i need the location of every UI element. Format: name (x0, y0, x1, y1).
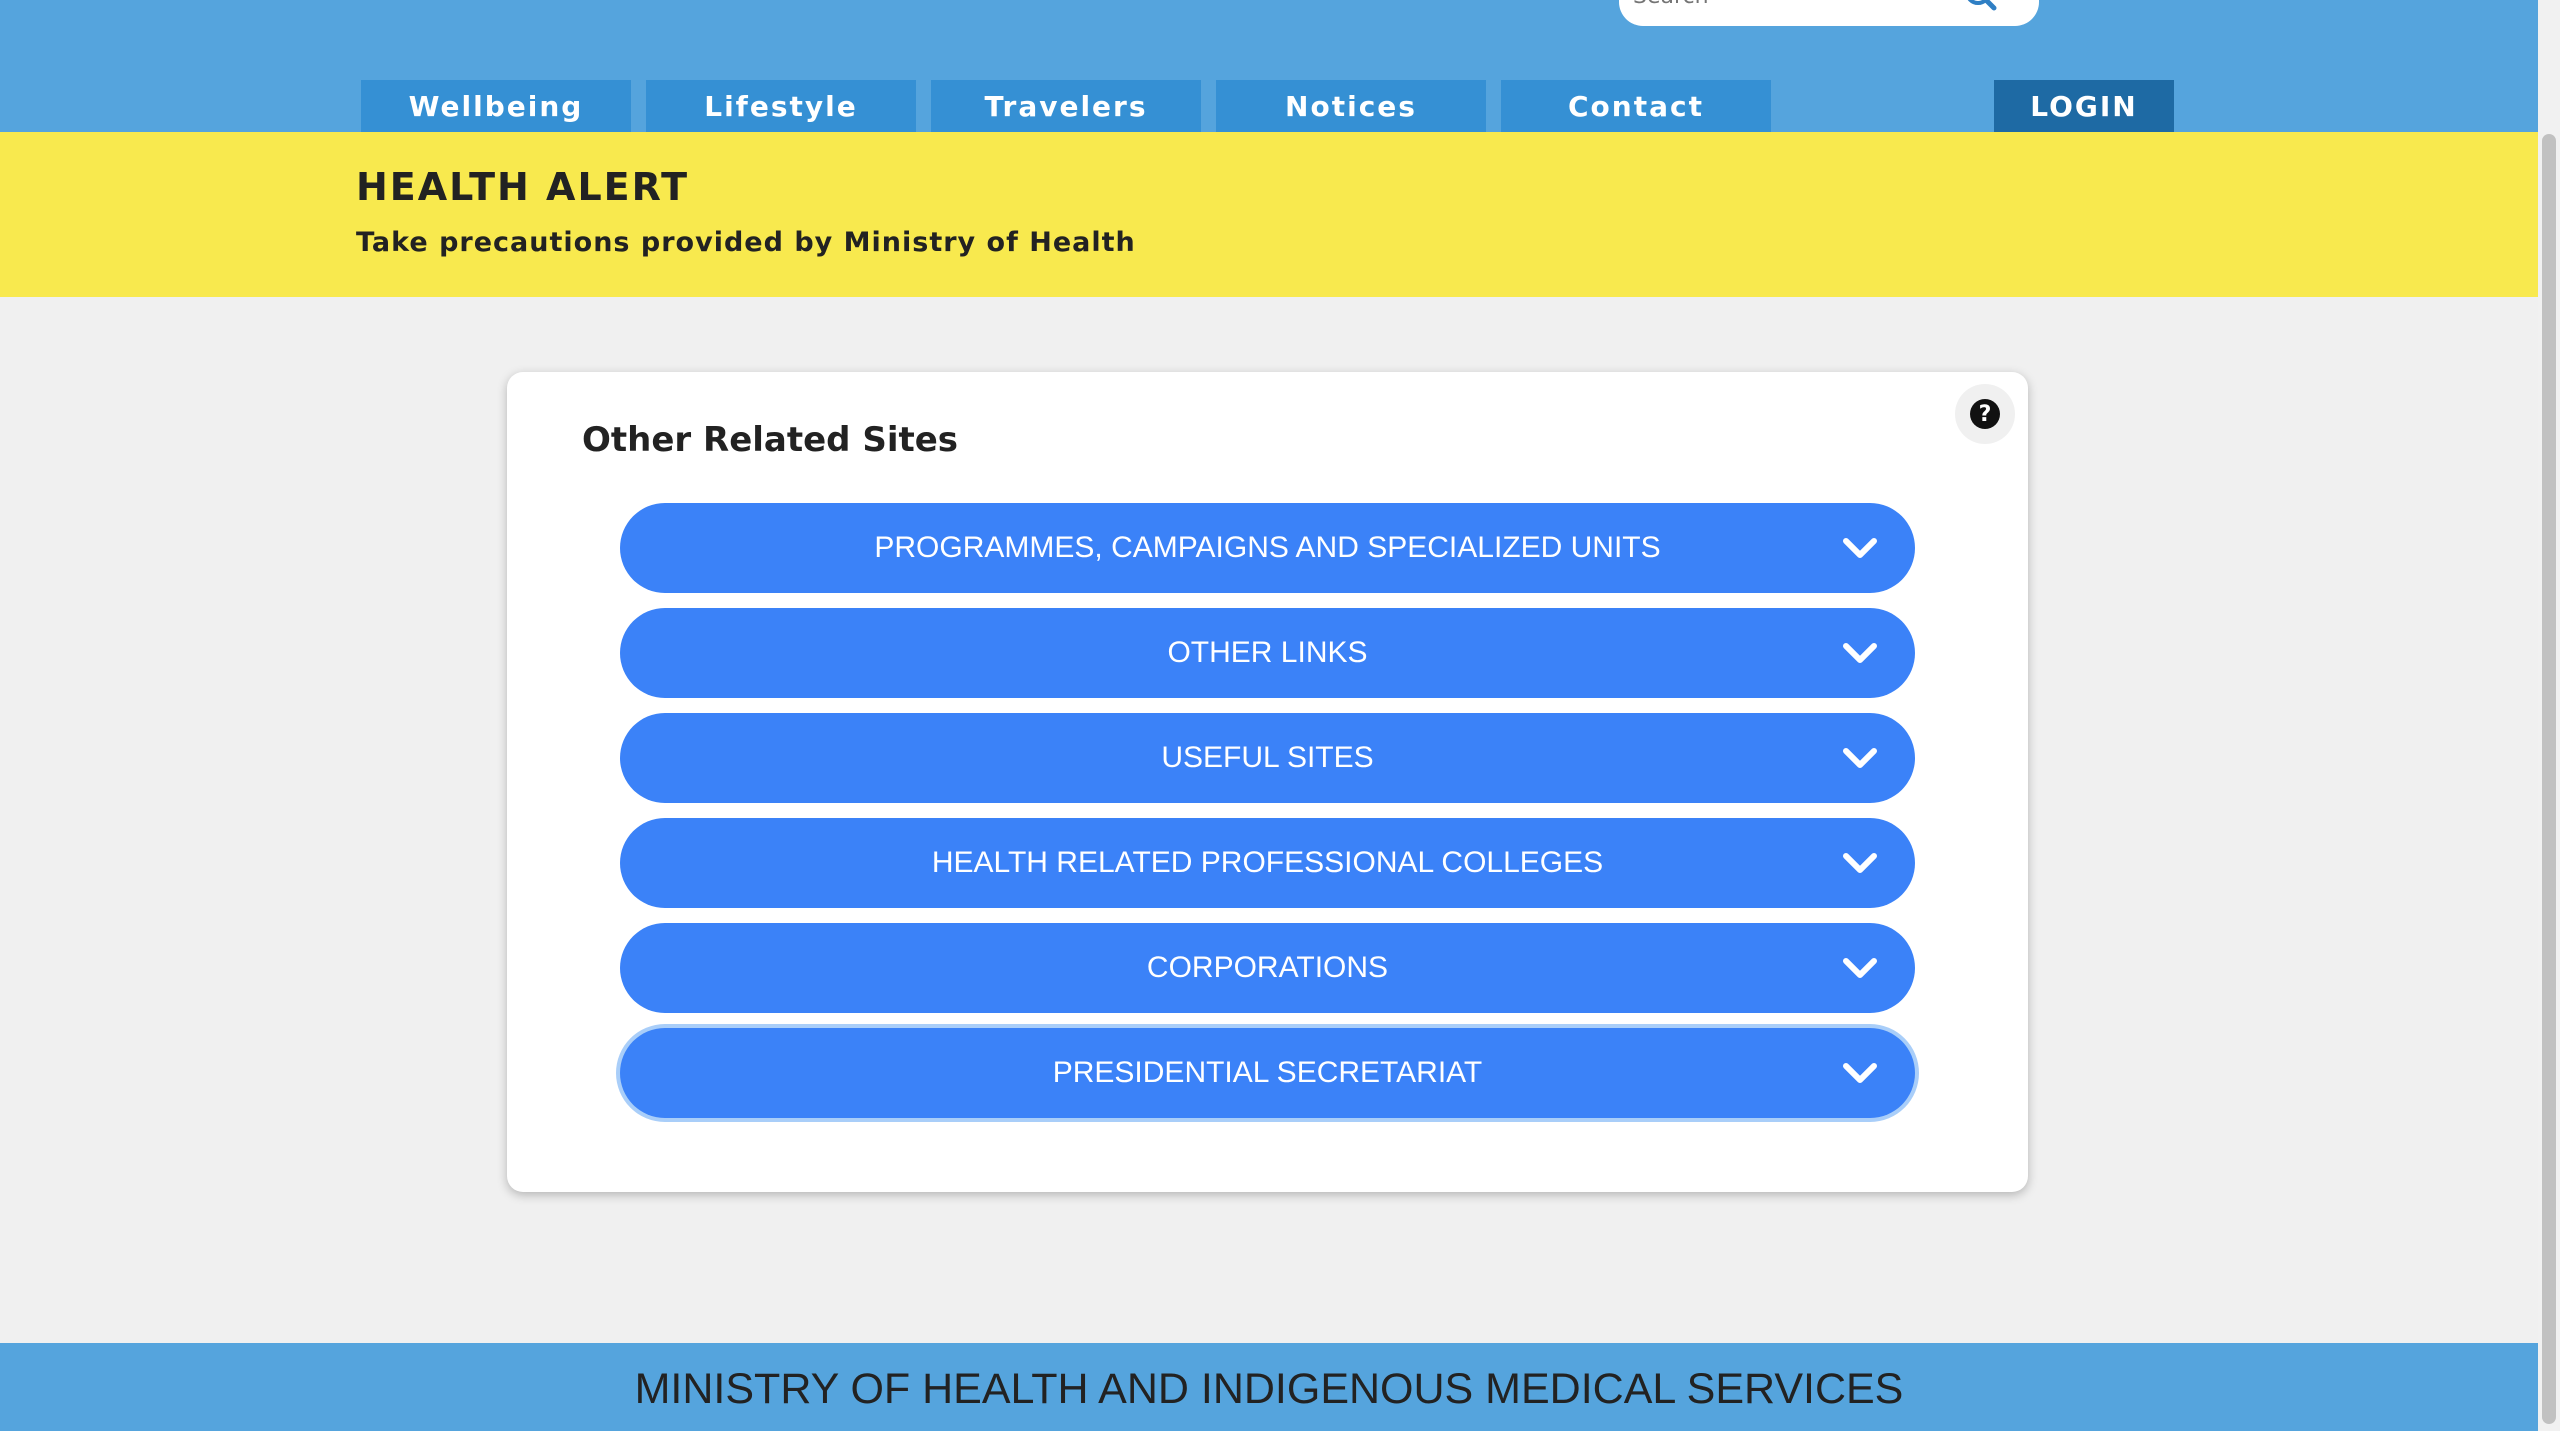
alert-subtitle: Take precautions provided by Ministry of… (356, 227, 1136, 258)
card-title: Other Related Sites (582, 420, 959, 460)
login-button[interactable]: LOGIN (1994, 80, 2174, 132)
chevron-down-icon (1843, 958, 1877, 978)
tab-travelers[interactable]: Travelers (931, 80, 1201, 132)
tab-notices[interactable]: Notices (1216, 80, 1486, 132)
chevron-down-icon (1843, 643, 1877, 663)
chevron-down-icon (1843, 853, 1877, 873)
chevron-down-icon (1843, 748, 1877, 768)
accordion-corporations[interactable]: CORPORATIONS (620, 923, 1915, 1013)
accordion-useful-sites[interactable]: USEFUL SITES (620, 713, 1915, 803)
site-header: Wellbeing Lifestyle Travelers Notices Co… (0, 0, 2538, 132)
site-footer: MINISTRY OF HEALTH AND INDIGENOUS MEDICA… (0, 1343, 2538, 1431)
tab-contact[interactable]: Contact (1501, 80, 1771, 132)
chevron-down-icon (1843, 1063, 1877, 1083)
help-button[interactable]: ? (1955, 384, 2015, 444)
search-input[interactable] (1631, 0, 1965, 12)
chevron-down-icon (1843, 538, 1877, 558)
scrollbar-thumb[interactable] (2542, 134, 2556, 1424)
accordion-label: CORPORATIONS (1146, 951, 1389, 984)
accordion-label: USEFUL SITES (1161, 741, 1374, 774)
alert-title: HEALTH ALERT (356, 165, 690, 209)
footer-title: MINISTRY OF HEALTH AND INDIGENOUS MEDICA… (634, 1365, 1904, 1413)
accordion-label: PROGRAMMES, CAMPAIGNS AND SPECIALIZED UN… (874, 531, 1661, 564)
help-icon: ? (1970, 399, 2000, 429)
accordion-label: HEALTH RELATED PROFESSIONAL COLLEGES (931, 846, 1604, 879)
page-scrollbar[interactable] (2538, 0, 2560, 1431)
search-icon[interactable] (1962, 0, 2002, 14)
accordion-label: OTHER LINKS (1167, 636, 1368, 669)
accordion-programmes[interactable]: PROGRAMMES, CAMPAIGNS AND SPECIALIZED UN… (620, 503, 1915, 593)
accordion-other-links[interactable]: OTHER LINKS (620, 608, 1915, 698)
tab-lifestyle[interactable]: Lifestyle (646, 80, 916, 132)
health-alert-banner: HEALTH ALERT Take precautions provided b… (0, 132, 2538, 297)
accordion-label: PRESIDENTIAL SECRETARIAT (1052, 1056, 1483, 1089)
tab-wellbeing[interactable]: Wellbeing (361, 80, 631, 132)
accordion-professional-colleges[interactable]: HEALTH RELATED PROFESSIONAL COLLEGES (620, 818, 1915, 908)
related-sites-card: Other Related Sites ? PROGRAMMES, CAMPAI… (507, 372, 2028, 1192)
accordion-presidential-secretariat[interactable]: PRESIDENTIAL SECRETARIAT (620, 1028, 1915, 1118)
